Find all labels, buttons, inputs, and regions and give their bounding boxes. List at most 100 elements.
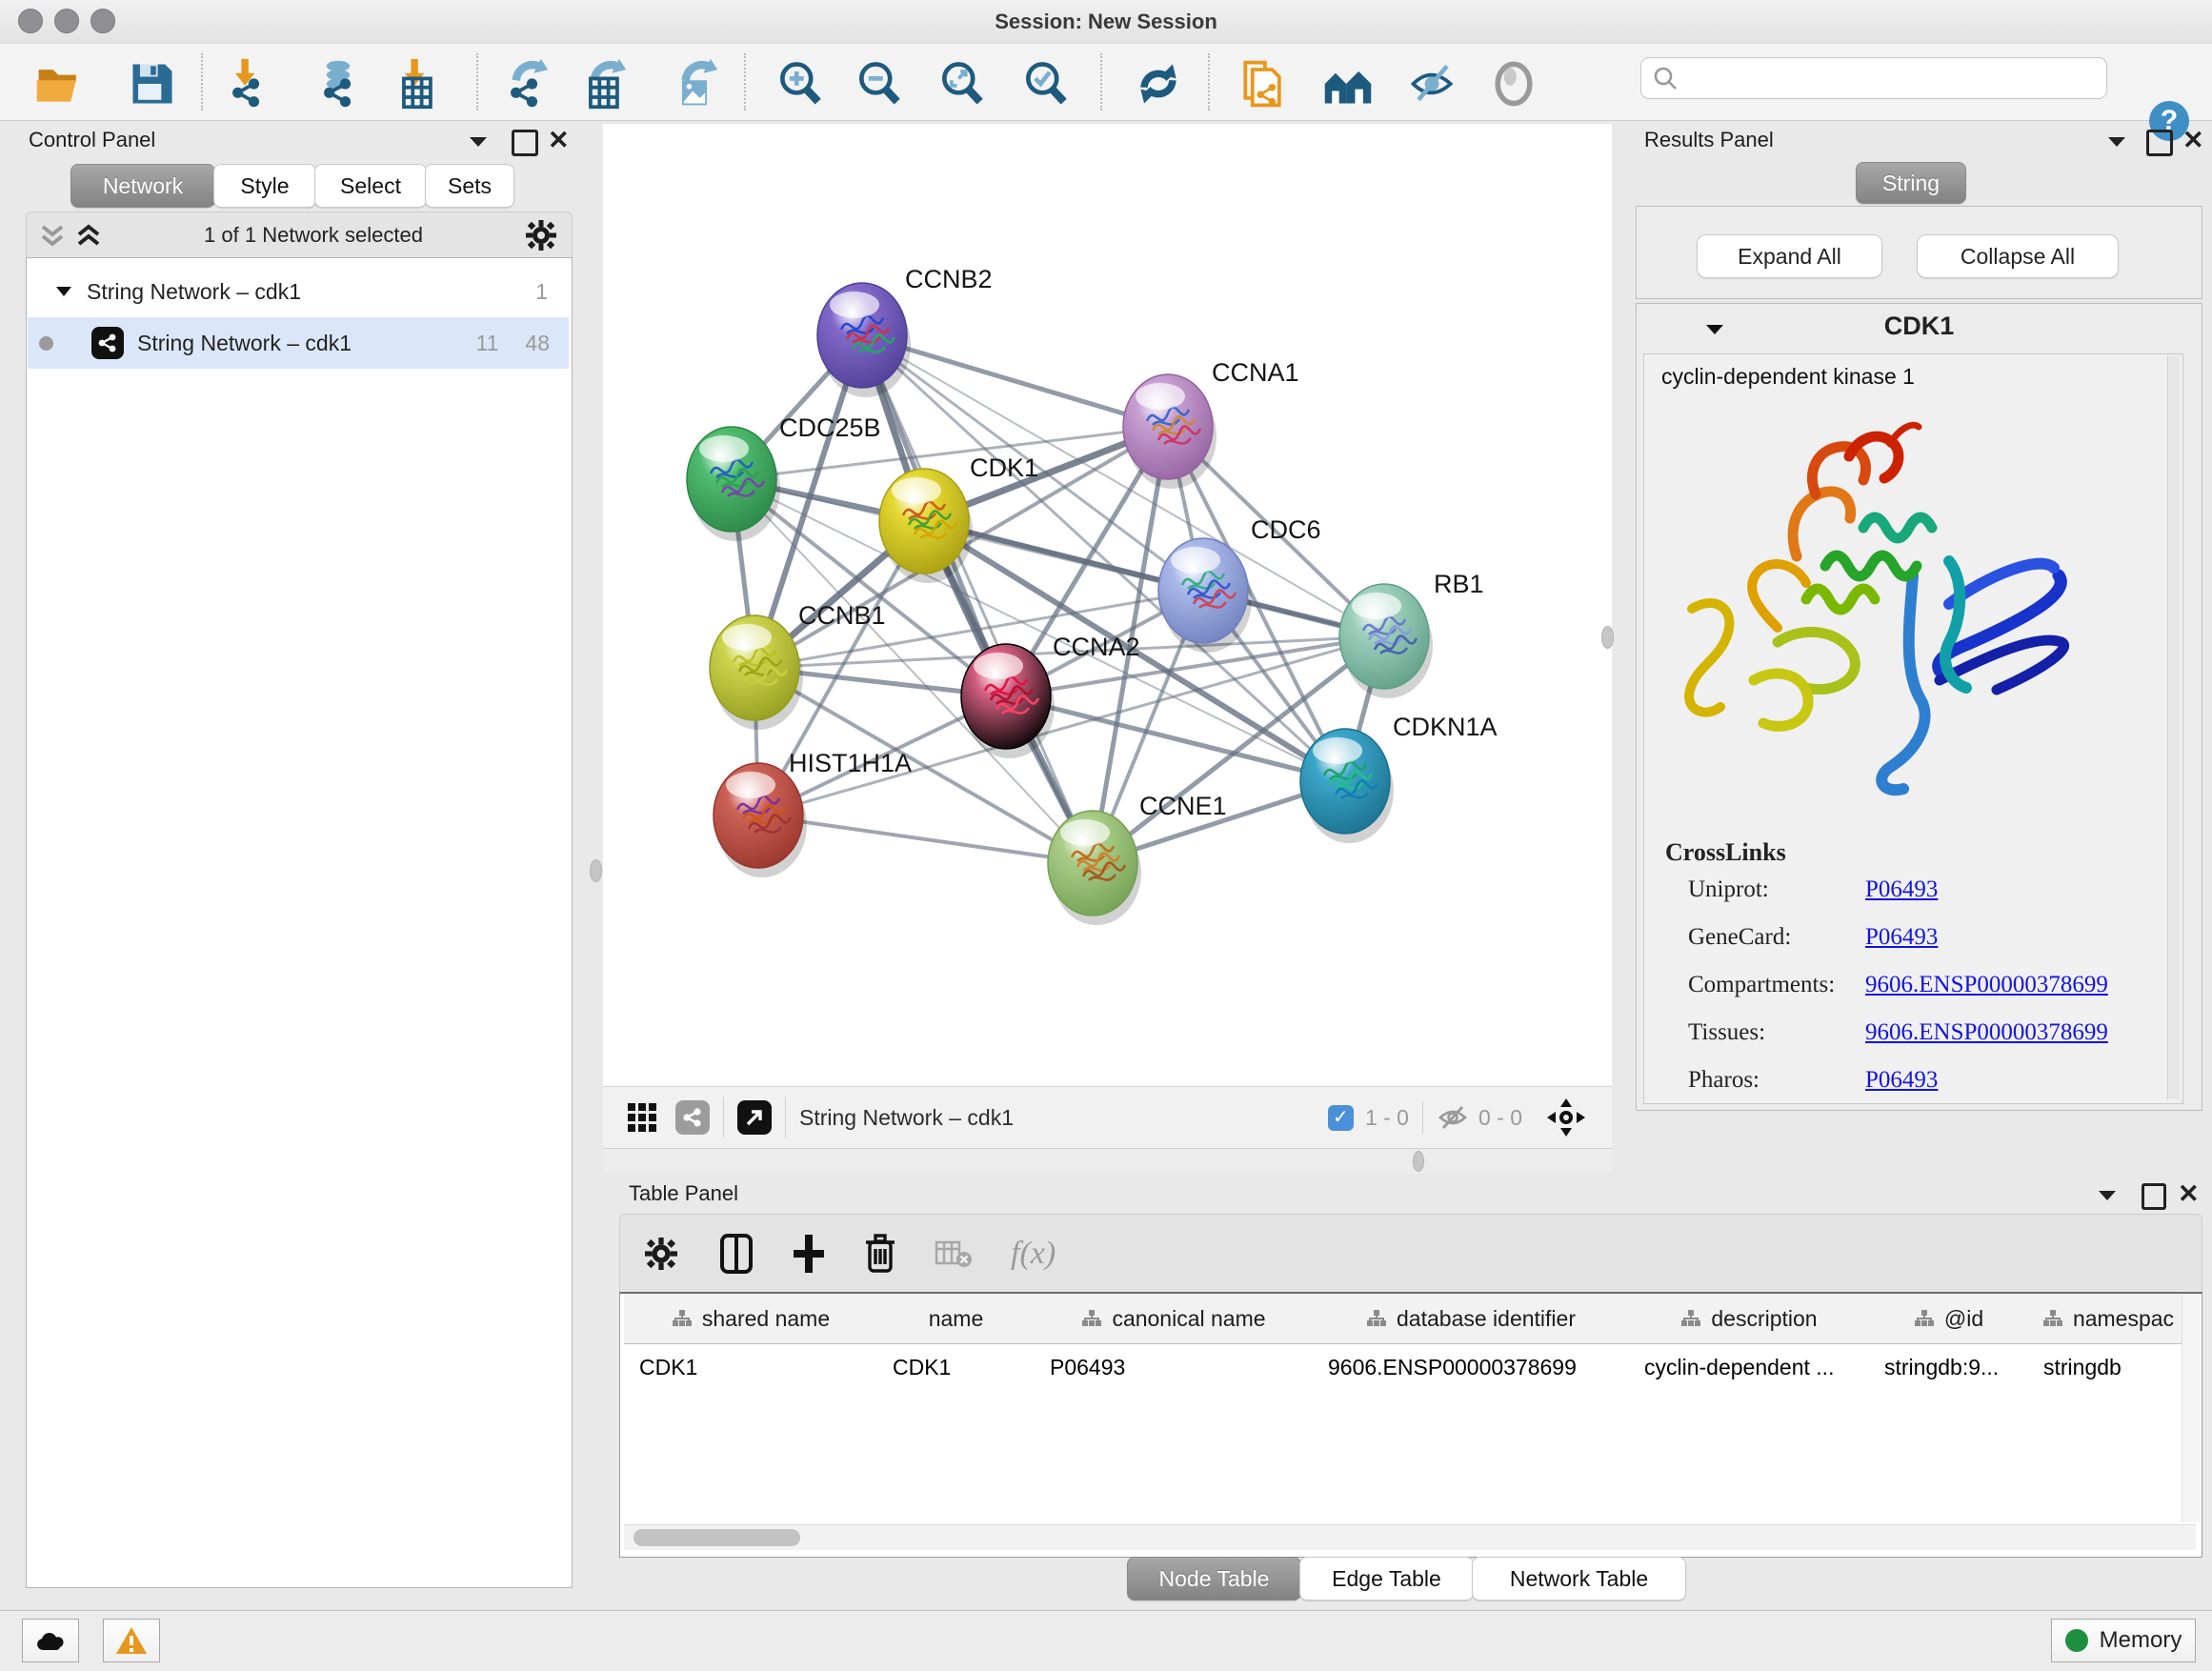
- import-table-icon[interactable]: [390, 57, 443, 111]
- import-file-network-icon[interactable]: [1237, 57, 1290, 111]
- show-hidden-icon[interactable]: [1487, 57, 1540, 111]
- table-cell[interactable]: 9606.ENSP00000378699: [1313, 1344, 1629, 1390]
- table-panel-close-icon[interactable]: ✕: [2178, 1179, 2200, 1209]
- column-header-databaseidentifier[interactable]: database identifier: [1313, 1294, 1630, 1344]
- network-node-CDC6[interactable]: CDC6: [1158, 515, 1321, 653]
- results-panel-undock-icon[interactable]: [2146, 130, 2173, 156]
- export-image-icon[interactable]: [668, 57, 721, 111]
- tab-network-table[interactable]: Network Table: [1472, 1557, 1686, 1601]
- show-columns-icon[interactable]: [719, 1233, 754, 1275]
- column-header-sharedname[interactable]: shared name: [624, 1294, 878, 1344]
- tab-network[interactable]: Network: [70, 164, 215, 208]
- crosslink-link[interactable]: P06493: [1865, 1067, 1938, 1094]
- memory-button[interactable]: Memory: [2051, 1619, 2196, 1662]
- zoom-in-icon[interactable]: [774, 57, 827, 111]
- expand-all-button[interactable]: Expand All: [1697, 234, 1882, 278]
- column-header-name[interactable]: name: [877, 1294, 1036, 1344]
- node-label-CDC25B: CDC25B: [779, 413, 881, 442]
- delete-column-icon[interactable]: [864, 1233, 896, 1275]
- network-node-CCNE1[interactable]: CCNE1: [1048, 792, 1227, 925]
- home-icon[interactable]: [1321, 57, 1375, 111]
- table-horizontal-scrollbar[interactable]: [624, 1524, 2196, 1550]
- table-vertical-scrollbar[interactable]: [2182, 1294, 2200, 1522]
- selected-items-checkbox[interactable]: ✓: [1328, 1105, 1354, 1131]
- search-input[interactable]: [1640, 57, 2107, 99]
- zoom-fit-icon[interactable]: [935, 57, 989, 111]
- refresh-icon[interactable]: [1132, 57, 1185, 111]
- network-graph[interactable]: CCNB2CCNA1CDC25BCDK1CDC6RB1CCNB1CCNA2CDK…: [603, 124, 1612, 1086]
- toolbar-separator: [1100, 53, 1102, 111]
- export-table-icon[interactable]: [576, 57, 630, 111]
- table-cell[interactable]: CDK1: [624, 1344, 877, 1390]
- network-collection-row[interactable]: String Network – cdk1 1: [28, 266, 569, 317]
- table-gear-icon[interactable]: [645, 1238, 677, 1270]
- zoom-selected-icon[interactable]: [1019, 57, 1073, 111]
- table-cell[interactable]: stringdb:9...: [1869, 1344, 2028, 1390]
- column-header-canonicalname[interactable]: canonical name: [1035, 1294, 1314, 1344]
- protein-structure-image: [1663, 404, 2101, 833]
- results-panel-float-icon[interactable]: [2105, 133, 2128, 149]
- control-panel-undock-icon[interactable]: [512, 130, 538, 156]
- warning-status-button[interactable]: [103, 1619, 160, 1662]
- add-column-icon[interactable]: [792, 1233, 826, 1275]
- results-scrollbar[interactable]: [2167, 356, 2180, 1099]
- zoom-out-icon[interactable]: [853, 57, 906, 111]
- network-node-CCNB1[interactable]: CCNB1: [710, 601, 886, 730]
- network-edge-count: 48: [525, 331, 550, 356]
- left-splitter-handle[interactable]: [590, 859, 602, 882]
- fit-content-crosshair-icon[interactable]: [1547, 1098, 1585, 1137]
- table-cell[interactable]: CDK1: [877, 1344, 1035, 1390]
- hide-selected-icon[interactable]: [1406, 57, 1459, 111]
- column-header-namespac[interactable]: namespac: [2028, 1294, 2189, 1344]
- network-node-HIST1H1A[interactable]: HIST1H1A: [714, 749, 912, 877]
- open-in-browser-icon[interactable]: [737, 1100, 772, 1135]
- apply-function-icon: f(x): [1011, 1236, 1056, 1272]
- node-label-CDK1: CDK1: [970, 453, 1038, 482]
- network-share-icon[interactable]: [675, 1100, 710, 1135]
- right-splitter-handle[interactable]: [1601, 626, 1614, 649]
- tab-style[interactable]: Style: [213, 164, 316, 208]
- network-node-CCNB2[interactable]: CCNB2: [817, 265, 993, 397]
- tab-node-table[interactable]: Node Table: [1127, 1557, 1301, 1601]
- table-cell[interactable]: cyclin-dependent ...: [1629, 1344, 1869, 1390]
- table-splitter[interactable]: [603, 1149, 1612, 1174]
- table-cell[interactable]: stringdb: [2028, 1344, 2188, 1390]
- table-cell[interactable]: P06493: [1035, 1344, 1313, 1390]
- network-node-RB1[interactable]: RB1: [1339, 570, 1484, 698]
- tab-sets[interactable]: Sets: [425, 164, 514, 208]
- import-database-icon[interactable]: [312, 57, 365, 111]
- collapse-all-networks-icon[interactable]: [40, 221, 65, 250]
- birds-eye-grid-icon[interactable]: [626, 1101, 658, 1134]
- network-edge[interactable]: [758, 815, 1093, 863]
- network-node-CDKN1A[interactable]: CDKN1A: [1300, 713, 1498, 843]
- save-icon[interactable]: [126, 57, 179, 111]
- collapse-all-button[interactable]: Collapse All: [1917, 234, 2119, 278]
- tab-select[interactable]: Select: [314, 164, 427, 208]
- network-view-canvas[interactable]: CCNB2CCNA1CDC25BCDK1CDC6RB1CCNB1CCNA2CDK…: [603, 124, 1612, 1086]
- results-panel-close-icon[interactable]: ✕: [2182, 126, 2204, 155]
- open-folder-icon[interactable]: [33, 57, 87, 111]
- tab-string[interactable]: String: [1856, 162, 1966, 204]
- crosslink-link[interactable]: 9606.ENSP00000378699: [1865, 1019, 2108, 1046]
- network-row-selected[interactable]: String Network – cdk1 11 48: [28, 317, 569, 369]
- crosslink-link[interactable]: P06493: [1865, 924, 1938, 951]
- column-header-description[interactable]: description: [1629, 1294, 1870, 1344]
- export-network-icon[interactable]: [498, 57, 552, 111]
- table-splitter-handle[interactable]: [1413, 1151, 1424, 1172]
- control-panel-close-icon[interactable]: ✕: [548, 126, 570, 155]
- hidden-node-edge-counts: 0 - 0: [1478, 1105, 1522, 1131]
- crosslink-row: Tissues:9606.ENSP00000378699: [1688, 1019, 2164, 1046]
- table-panel-undock-icon[interactable]: [2142, 1183, 2166, 1210]
- expand-all-networks-icon[interactable]: [76, 221, 101, 250]
- column-header-id[interactable]: @id: [1869, 1294, 2029, 1344]
- control-panel-float-icon[interactable]: [467, 133, 490, 149]
- table-panel-float-icon[interactable]: [2096, 1187, 2119, 1202]
- crosslink-link[interactable]: P06493: [1865, 876, 1938, 903]
- cloud-status-button[interactable]: [22, 1619, 79, 1662]
- tab-edge-table[interactable]: Edge Table: [1299, 1557, 1474, 1601]
- network-options-gear-icon[interactable]: [526, 220, 556, 251]
- network-node-count: 11: [476, 331, 499, 356]
- crosslink-link[interactable]: 9606.ENSP00000378699: [1865, 972, 2108, 998]
- table-scrollbar-thumb[interactable]: [633, 1529, 800, 1546]
- import-network-icon[interactable]: [220, 57, 273, 111]
